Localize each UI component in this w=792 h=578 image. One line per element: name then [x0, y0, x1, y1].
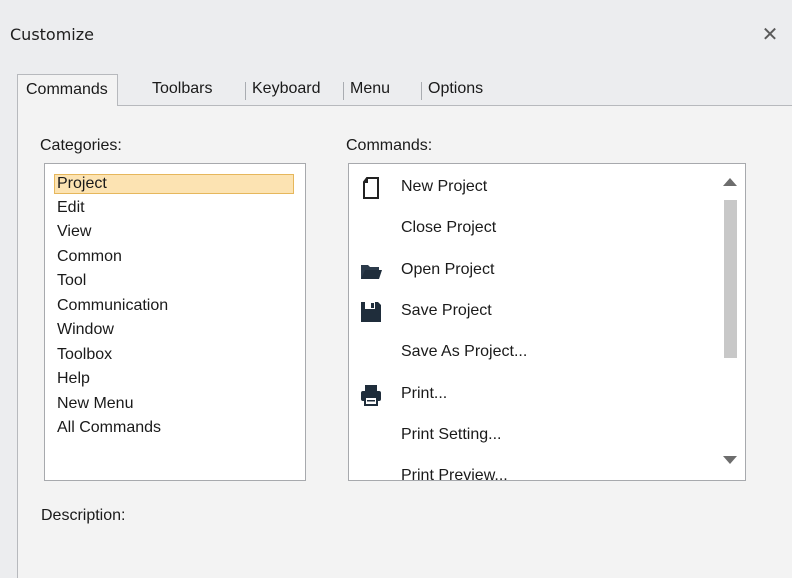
command-item-print[interactable]: Print...: [349, 375, 715, 416]
description-label: Description:: [41, 507, 126, 524]
command-label: Print Preview...: [401, 467, 508, 480]
close-icon: ✕: [761, 22, 779, 46]
scroll-thumb[interactable]: [724, 200, 737, 358]
category-item-common[interactable]: Common: [57, 248, 122, 266]
category-item-tool[interactable]: Tool: [57, 272, 86, 290]
commands-scrollbar[interactable]: [719, 164, 745, 482]
category-item-window[interactable]: Window: [57, 321, 114, 339]
command-item-new-project[interactable]: New Project: [349, 168, 715, 209]
command-label: Save As Project...: [401, 343, 528, 361]
scroll-up-icon[interactable]: [723, 178, 737, 186]
command-label: Print...: [401, 384, 448, 402]
category-item-view[interactable]: View: [57, 223, 91, 241]
category-item-project[interactable]: Project: [54, 174, 294, 194]
title-bar: Customize ✕: [0, 0, 792, 68]
new-document-icon: [359, 176, 383, 200]
open-folder-icon: [359, 259, 383, 283]
category-item-help[interactable]: Help: [57, 370, 90, 388]
close-button[interactable]: ✕: [756, 20, 784, 48]
tab-separator: [421, 82, 422, 100]
command-label: Close Project: [401, 219, 497, 237]
command-item-open-project[interactable]: Open Project: [349, 251, 715, 292]
command-item-close-project[interactable]: Close Project: [349, 209, 715, 250]
category-item-toolbox[interactable]: Toolbox: [57, 346, 112, 364]
command-label: New Project: [401, 178, 488, 195]
category-item-new-menu[interactable]: New Menu: [57, 395, 133, 413]
commands-listbox[interactable]: New Project Close Project Open Project Save…: [348, 163, 746, 481]
command-label: Open Project: [401, 260, 495, 278]
tab-keyboard[interactable]: Keyboard: [252, 74, 321, 106]
category-item-edit[interactable]: Edit: [57, 199, 85, 217]
scroll-down-icon[interactable]: [723, 456, 737, 464]
window-title: Customize: [10, 25, 94, 44]
categories-listbox[interactable]: Project Edit View Common Tool Communication Wi…: [44, 163, 306, 481]
floppy-disk-icon: [359, 300, 383, 324]
tab-separator: [343, 82, 344, 100]
commands-label: Commands:: [346, 137, 433, 154]
command-label: Save Project: [401, 301, 492, 319]
command-label: Print Setting...: [401, 425, 502, 443]
tab-panel: Categories: Project Edit View Common Tool Com…: [17, 105, 792, 578]
printer-icon: [359, 383, 383, 407]
tab-options[interactable]: Options: [428, 74, 483, 106]
command-item-print-setting[interactable]: Print Setting...: [349, 416, 715, 457]
tab-menu[interactable]: Menu: [350, 74, 390, 106]
category-item-communication[interactable]: Communication: [57, 297, 168, 315]
tab-separator: [245, 82, 246, 100]
tab-toolbars[interactable]: Toolbars: [152, 74, 212, 106]
command-item-print-preview[interactable]: Print Preview...: [349, 457, 715, 480]
command-item-save-as-project[interactable]: Save As Project...: [349, 333, 715, 374]
categories-label: Categories:: [40, 137, 122, 154]
tab-commands[interactable]: Commands: [17, 74, 118, 106]
command-item-save-project[interactable]: Save Project: [349, 292, 715, 333]
category-item-all-commands[interactable]: All Commands: [57, 419, 161, 437]
